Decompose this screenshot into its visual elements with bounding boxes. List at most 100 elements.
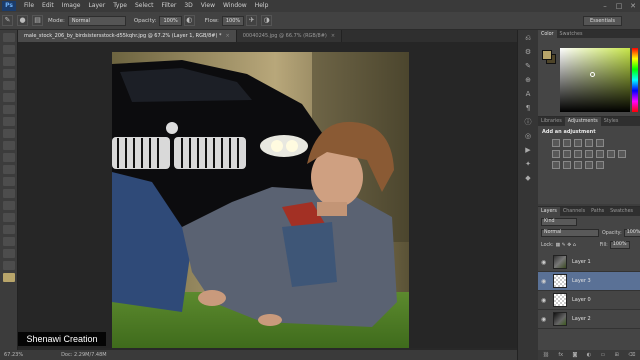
paragraph-icon[interactable]: ¶ xyxy=(523,104,534,113)
character-icon[interactable]: A xyxy=(523,90,534,99)
brush-tool-icon[interactable] xyxy=(2,117,15,126)
info-icon[interactable]: ⓘ xyxy=(523,118,534,127)
mode-dropdown[interactable]: Normal xyxy=(67,15,126,26)
menu-edit[interactable]: Edit xyxy=(38,0,58,12)
layer-row-selected[interactable]: ◉ Layer 3 xyxy=(538,272,640,291)
brush-panel-icon[interactable]: ▤ xyxy=(32,15,43,26)
folder-icon[interactable]: ▭ xyxy=(601,352,606,358)
adjustment-icon[interactable]: ◐ xyxy=(587,352,591,358)
hue-saturation-icon[interactable] xyxy=(552,150,560,158)
channel-mixer-icon[interactable] xyxy=(596,150,604,158)
menu-view[interactable]: View xyxy=(197,0,219,12)
layer-opacity-field[interactable]: 100% xyxy=(623,229,640,237)
brightness-contrast-icon[interactable] xyxy=(552,139,560,147)
black-white-icon[interactable] xyxy=(574,150,582,158)
flow-field[interactable]: 100% xyxy=(221,15,245,26)
close-icon[interactable]: ✕ xyxy=(626,2,640,10)
exposure-icon[interactable] xyxy=(585,139,593,147)
clone-source-icon[interactable]: ⊕ xyxy=(523,76,534,85)
visibility-eye-icon[interactable]: ◉ xyxy=(541,259,549,266)
healing-tool-icon[interactable] xyxy=(2,105,15,114)
menu-filter[interactable]: Filter xyxy=(158,0,181,12)
type-tool-icon[interactable] xyxy=(2,213,15,222)
lasso-tool-icon[interactable] xyxy=(2,57,15,66)
layer-row[interactable]: ◉ Layer 0 xyxy=(538,291,640,310)
menu-image[interactable]: Image xyxy=(58,0,85,12)
dodge-tool-icon[interactable] xyxy=(2,189,15,198)
menu-help[interactable]: Help xyxy=(251,0,273,12)
path-select-tool-icon[interactable] xyxy=(2,225,15,234)
gradient-map-icon[interactable] xyxy=(574,161,582,169)
tool-presets-icon[interactable]: ✦ xyxy=(523,160,534,169)
menu-3d[interactable]: 3D xyxy=(180,0,196,12)
3d-icon[interactable]: ◆ xyxy=(523,174,534,183)
foreground-color-swatch[interactable] xyxy=(2,273,15,282)
blur-tool-icon[interactable] xyxy=(2,177,15,186)
hue-slider[interactable] xyxy=(632,48,638,112)
document-canvas[interactable] xyxy=(112,52,409,348)
airbrush-icon[interactable]: ✈ xyxy=(246,15,258,26)
hand-tool-icon[interactable] xyxy=(2,249,15,258)
foreground-color-swatch[interactable] xyxy=(542,50,552,60)
tab-channels[interactable]: Channels xyxy=(560,207,588,216)
pen-tool-icon[interactable] xyxy=(2,201,15,210)
brush-tool-icon[interactable]: ✎ xyxy=(2,15,13,26)
tab-second-document[interactable]: 00040245.jpg @ 66.7% (RGB/8#) × xyxy=(236,30,343,42)
levels-icon[interactable] xyxy=(563,139,571,147)
layer-row[interactable]: ◉ Layer 2 xyxy=(538,310,640,329)
eraser-tool-icon[interactable] xyxy=(2,153,15,162)
quick-select-tool-icon[interactable] xyxy=(2,69,15,78)
visibility-eye-icon[interactable]: ◉ xyxy=(541,297,549,304)
link-icon[interactable]: ⛓ xyxy=(543,352,549,358)
marquee-tool-icon[interactable] xyxy=(2,45,15,54)
tab-styles[interactable]: Styles xyxy=(601,117,622,126)
layer-row[interactable]: ◉ Layer 1 xyxy=(538,253,640,272)
brush-presets-icon[interactable]: ✎ xyxy=(523,62,534,71)
history-brush-tool-icon[interactable] xyxy=(2,141,15,150)
minimize-icon[interactable]: – xyxy=(598,2,612,10)
tab-swatches[interactable]: Swatches xyxy=(607,207,636,216)
menu-select[interactable]: Select xyxy=(131,0,158,12)
actions-icon[interactable]: ▶ xyxy=(523,146,534,155)
new-layer-icon[interactable]: ⊞ xyxy=(615,352,619,358)
zoom-level[interactable]: 67.23% xyxy=(4,352,23,358)
pressure-opacity-icon[interactable]: ◐ xyxy=(183,15,195,26)
eyedropper-tool-icon[interactable] xyxy=(2,93,15,102)
visibility-eye-icon[interactable]: ◉ xyxy=(541,278,549,285)
posterize-icon[interactable] xyxy=(552,161,560,169)
navigator-icon[interactable]: ◎ xyxy=(523,132,534,141)
tab-paths[interactable]: Paths xyxy=(588,207,607,216)
pressure-size-icon[interactable]: ◑ xyxy=(261,15,273,26)
tab-libraries[interactable]: Libraries xyxy=(538,117,565,126)
selective-color-icon[interactable] xyxy=(585,161,593,169)
threshold-icon[interactable] xyxy=(563,161,571,169)
maximize-icon[interactable]: □ xyxy=(612,2,626,10)
opacity-field[interactable]: 100% xyxy=(159,15,182,26)
menu-window[interactable]: Window xyxy=(219,0,251,12)
gradient-tool-icon[interactable] xyxy=(2,165,15,174)
clone-stamp-tool-icon[interactable] xyxy=(2,129,15,138)
trash-icon[interactable]: ⌫ xyxy=(628,352,635,358)
shape-tool-icon[interactable] xyxy=(2,237,15,246)
color-balance-icon[interactable] xyxy=(563,150,571,158)
crop-tool-icon[interactable] xyxy=(2,81,15,90)
color-picker-field[interactable] xyxy=(560,48,630,112)
menu-file[interactable]: File xyxy=(20,0,38,12)
history-icon[interactable]: ⎌ xyxy=(523,34,534,43)
color-lookup-icon[interactable] xyxy=(607,150,615,158)
zoom-tool-icon[interactable] xyxy=(2,261,15,270)
visibility-eye-icon[interactable]: ◉ xyxy=(541,316,549,323)
vibrance-icon[interactable] xyxy=(596,139,604,147)
shadows-highlights-icon[interactable] xyxy=(596,161,604,169)
invert-icon[interactable] xyxy=(618,150,626,158)
move-tool-icon[interactable] xyxy=(2,33,15,42)
mask-icon[interactable]: ◙ xyxy=(573,352,578,358)
tab-active-document[interactable]: male_stock_206_by_birdsistersstock-d55kq… xyxy=(18,30,237,42)
fx-icon[interactable]: fx xyxy=(558,352,563,358)
tab-layers[interactable]: Layers xyxy=(538,207,560,216)
close-tab-icon[interactable]: × xyxy=(331,33,335,39)
lock-icons[interactable]: ▦ ✎ ✥ ⌂ xyxy=(556,243,576,248)
properties-icon[interactable]: ⚙ xyxy=(523,48,534,57)
photo-filter-icon[interactable] xyxy=(585,150,593,158)
brush-size-icon[interactable]: ● xyxy=(17,15,28,26)
